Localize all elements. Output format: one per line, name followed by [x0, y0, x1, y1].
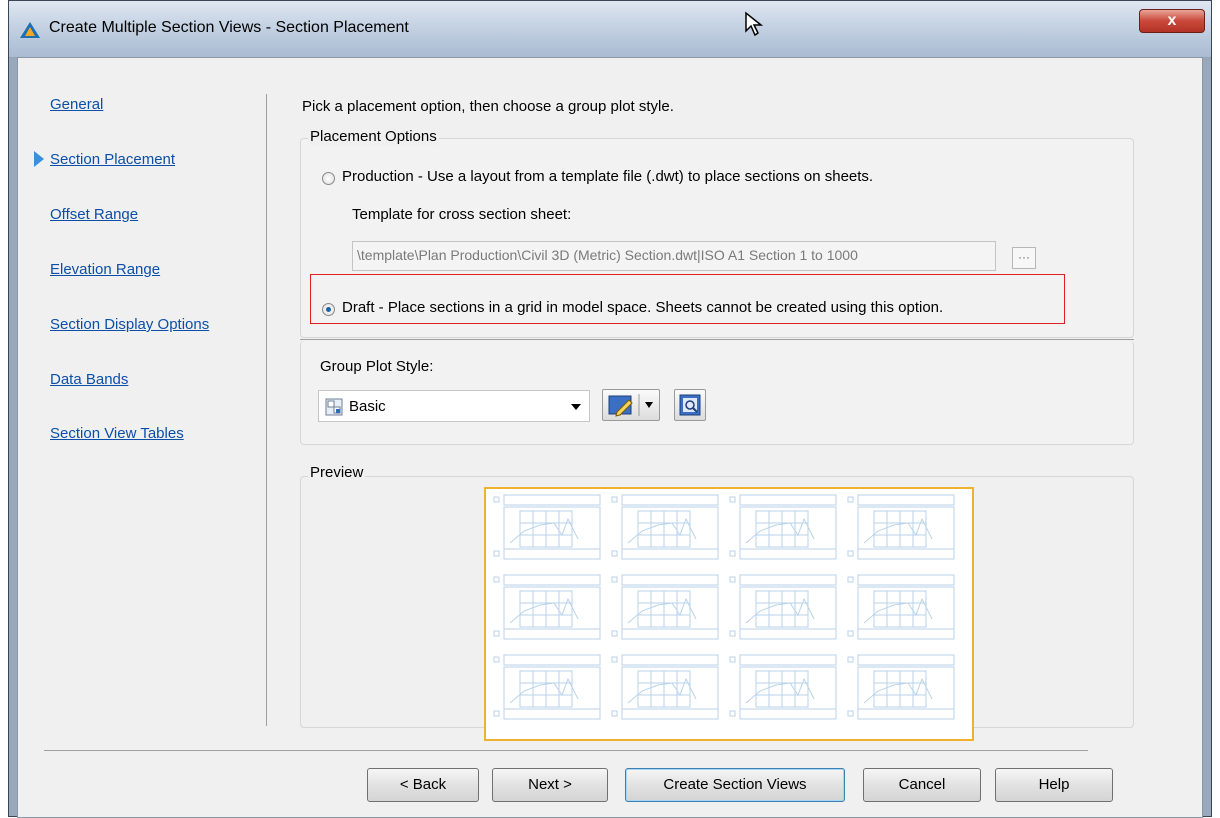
edit-style-icon — [608, 394, 653, 417]
title-bar[interactable]: Create Multiple Section Views - Section … — [9, 1, 1211, 57]
template-path-field[interactable]: \template\Plan Production\Civil 3D (Metr… — [352, 241, 996, 271]
window-title: Create Multiple Section Views - Section … — [49, 19, 409, 36]
plot-style-icon — [325, 398, 343, 416]
instruction-text: Pick a placement option, then choose a g… — [302, 98, 674, 115]
wizard-navigation: General Section Placement Offset Range E… — [18, 58, 268, 817]
nav-item-section-view-tables[interactable]: Section View Tables — [50, 425, 184, 442]
section-view-thumbnail — [493, 574, 601, 640]
placement-options-label: Placement Options — [308, 128, 439, 145]
section-view-thumbnail — [611, 494, 719, 560]
section-view-thumbnail — [611, 574, 719, 640]
group-divider — [300, 339, 1134, 340]
close-button[interactable]: x — [1139, 9, 1205, 33]
next-button[interactable]: Next > — [492, 768, 608, 802]
civil3d-app-icon — [20, 22, 40, 38]
help-button[interactable]: Help — [995, 768, 1113, 802]
section-view-thumbnail — [847, 654, 955, 720]
preview-style-button[interactable] — [674, 389, 706, 421]
preview-image — [484, 487, 974, 741]
nav-item-section-display-options[interactable]: Section Display Options — [50, 316, 209, 333]
nav-item-elevation-range[interactable]: Elevation Range — [50, 261, 160, 278]
dialog-client-area: General Section Placement Offset Range E… — [17, 57, 1203, 818]
nav-item-section-placement[interactable]: Section Placement — [50, 151, 175, 168]
section-grid-preview — [493, 494, 955, 720]
production-option-label[interactable]: Production - Use a layout from a templat… — [342, 168, 873, 185]
magnify-preview-icon — [679, 394, 701, 416]
nav-item-offset-range[interactable]: Offset Range — [50, 206, 138, 223]
current-page-arrow-icon — [34, 151, 44, 167]
section-view-thumbnail — [847, 494, 955, 560]
group-plot-style-label: Group Plot Style: — [320, 358, 434, 375]
section-view-thumbnail — [611, 654, 719, 720]
section-view-thumbnail — [729, 654, 837, 720]
group-plot-style-select[interactable]: Basic — [318, 390, 590, 422]
draft-option-label[interactable]: Draft - Place sections in a grid in mode… — [342, 299, 943, 316]
section-view-thumbnail — [729, 494, 837, 560]
dropdown-arrow-icon — [571, 404, 581, 410]
template-label: Template for cross section sheet: — [352, 206, 572, 223]
section-view-thumbnail — [847, 574, 955, 640]
back-button[interactable]: < Back — [367, 768, 479, 802]
mouse-cursor-icon — [745, 11, 764, 37]
section-view-thumbnail — [729, 574, 837, 640]
section-view-thumbnail — [493, 494, 601, 560]
draft-radio[interactable] — [322, 303, 335, 316]
browse-template-button[interactable]: ··· — [1012, 247, 1036, 269]
dialog-window: Create Multiple Section Views - Section … — [8, 0, 1212, 818]
nav-item-general[interactable]: General — [50, 96, 103, 113]
group-plot-style-value: Basic — [349, 398, 386, 415]
section-view-thumbnail — [493, 654, 601, 720]
vertical-divider — [266, 94, 267, 726]
nav-item-data-bands[interactable]: Data Bands — [50, 371, 128, 388]
footer-divider — [44, 750, 1088, 751]
cancel-button[interactable]: Cancel — [863, 768, 981, 802]
create-section-views-button[interactable]: Create Section Views — [625, 768, 845, 802]
production-radio[interactable] — [322, 172, 335, 185]
preview-label: Preview — [308, 464, 366, 481]
edit-style-split-button[interactable] — [602, 389, 660, 421]
